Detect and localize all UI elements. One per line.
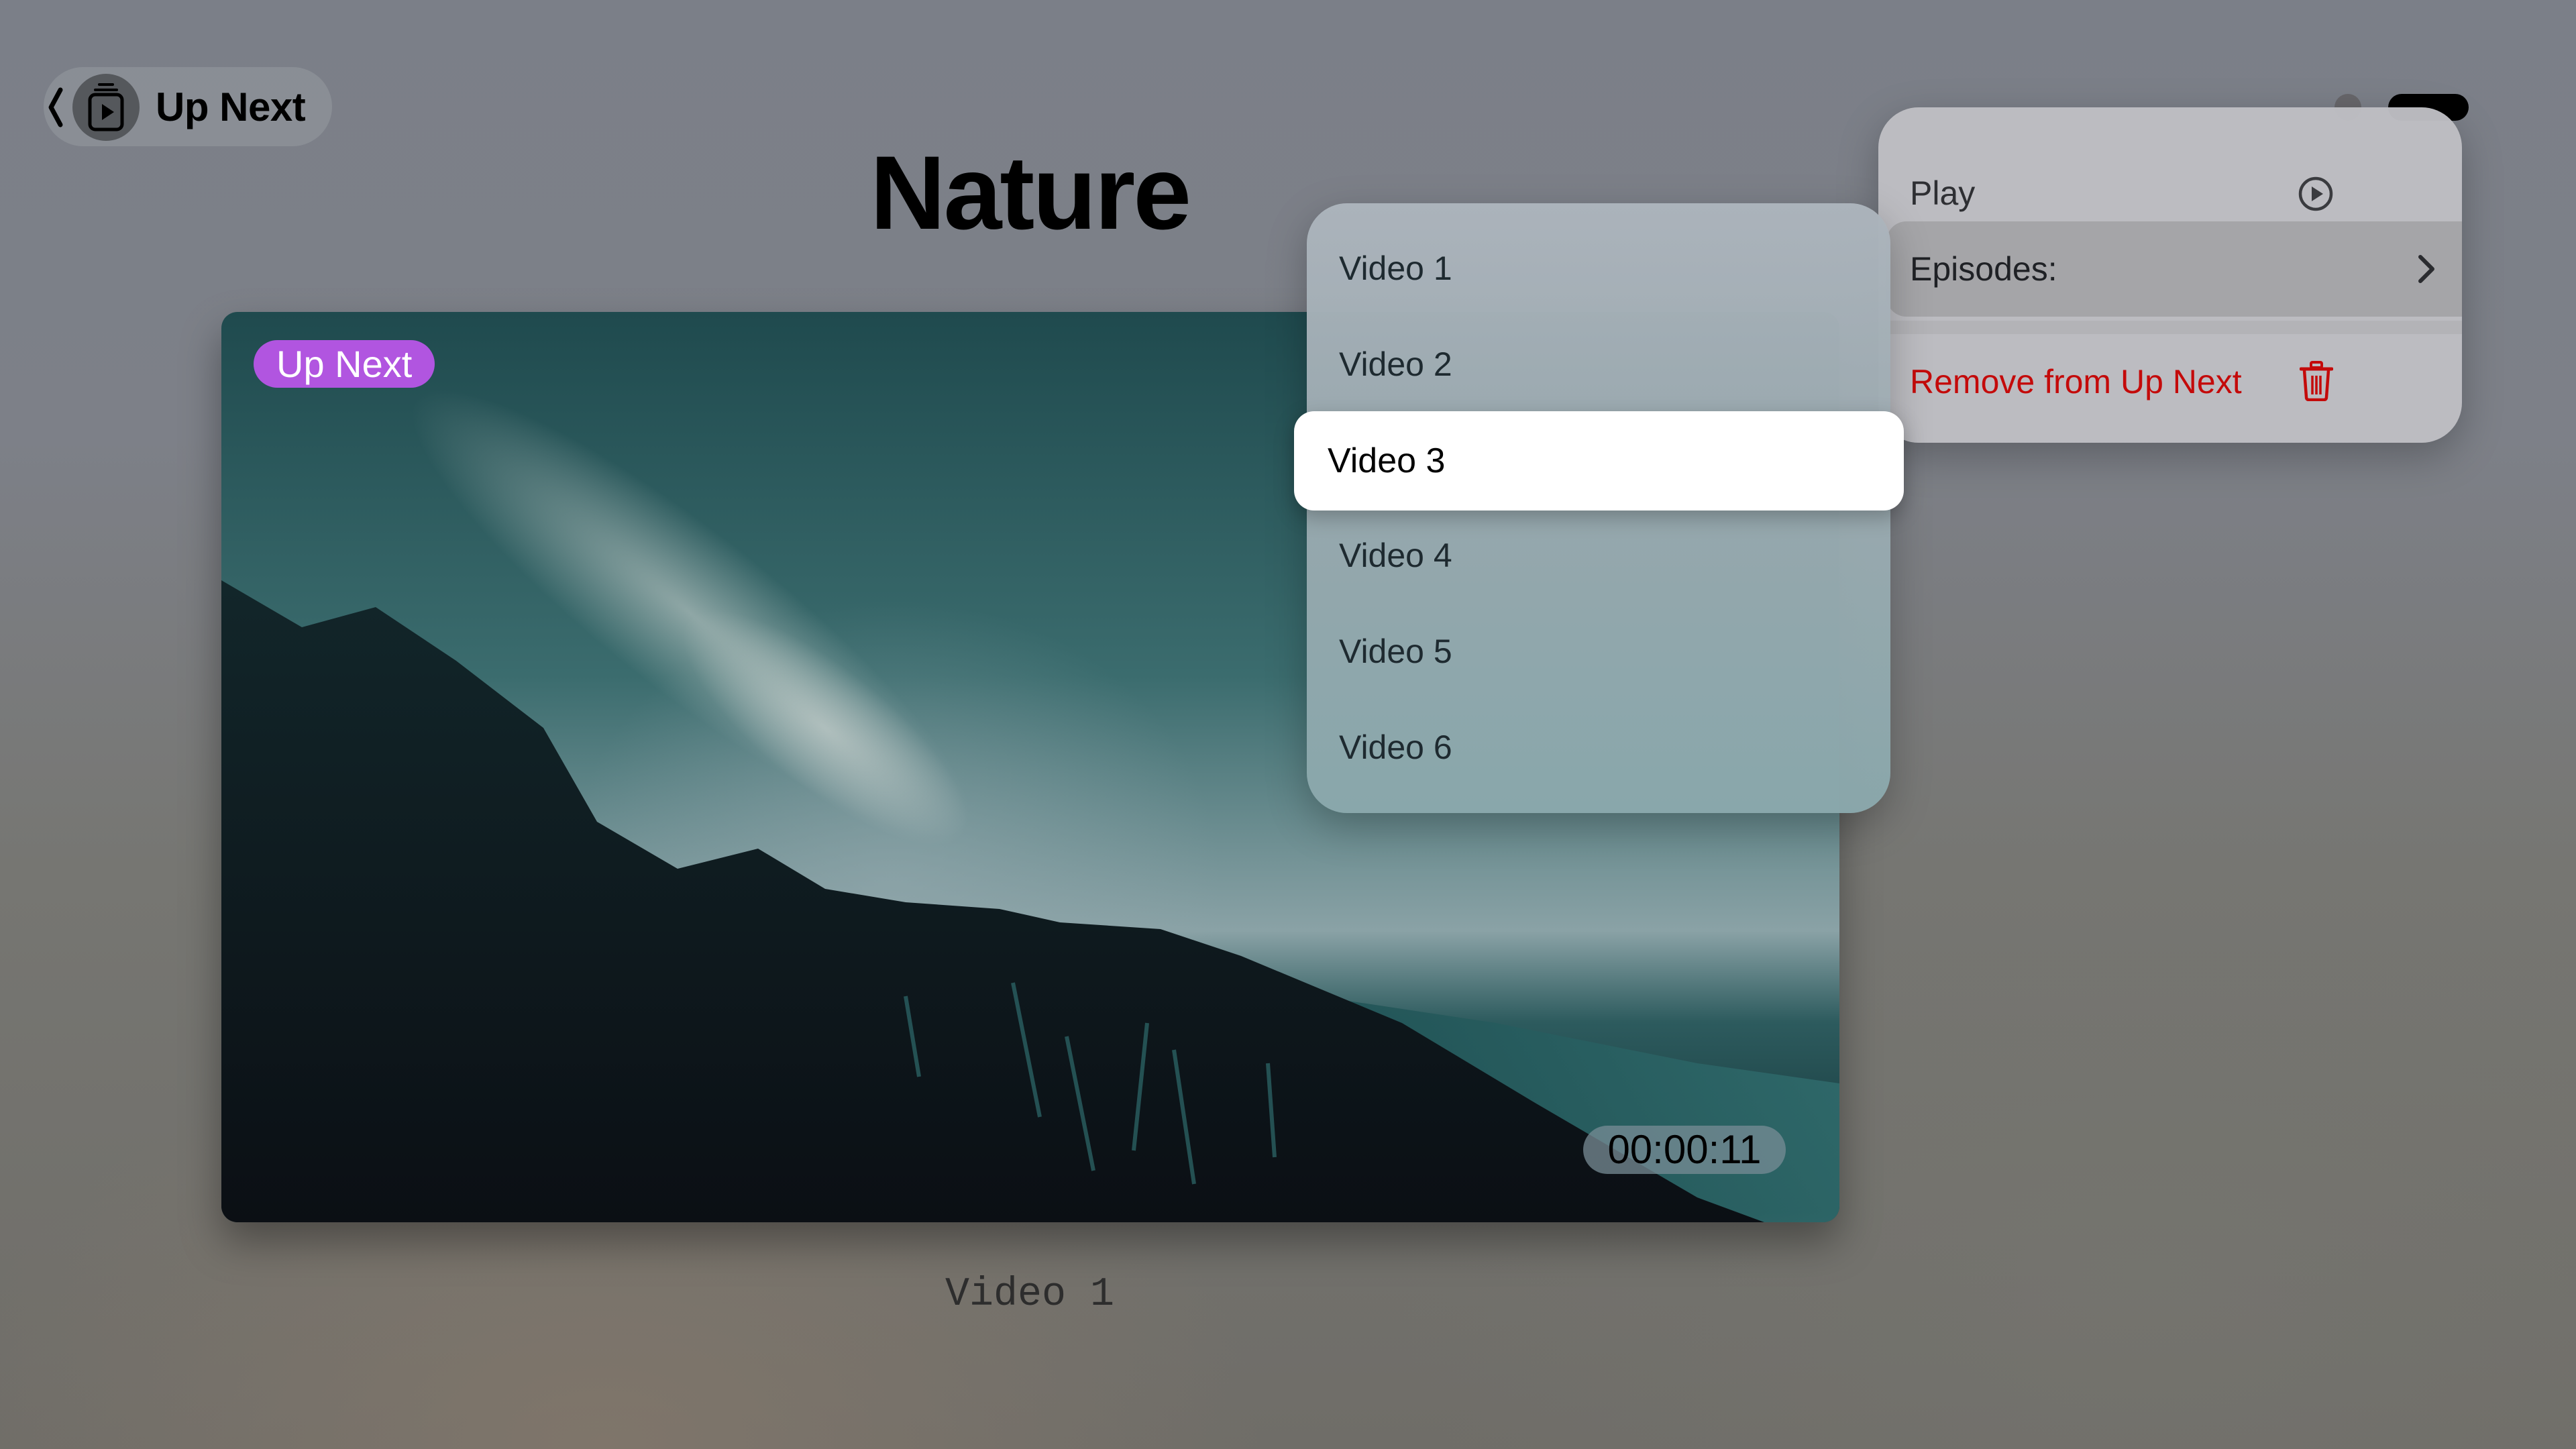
menu-item-label: Play xyxy=(1910,174,1976,212)
up-next-icon xyxy=(72,74,140,141)
trash-icon xyxy=(2300,361,2333,401)
episode-item[interactable]: Video 2 xyxy=(1339,344,1452,384)
menu-item-remove-from-up-next[interactable]: Remove from Up Next xyxy=(1878,338,2462,425)
episode-item-selected[interactable]: Video 3 xyxy=(1294,411,1904,511)
play-circle-icon xyxy=(2298,176,2333,211)
menu-item-play[interactable]: Play xyxy=(1878,154,2462,232)
page-title: Nature xyxy=(869,135,1191,252)
up-next-badge: Up Next xyxy=(254,340,435,388)
episode-item[interactable]: Video 6 xyxy=(1339,727,1452,767)
chevron-right-icon xyxy=(2418,255,2434,283)
timecode-badge: 00:00:11 xyxy=(1583,1126,1786,1174)
menu-item-label: Episodes: xyxy=(1910,250,2057,288)
menu-item-label: Remove from Up Next xyxy=(1910,363,2242,400)
episode-item-label: Video 3 xyxy=(1328,441,1446,480)
context-menu: Play Episodes: Remove from Up Next xyxy=(1878,107,2462,443)
episode-item[interactable]: Video 1 xyxy=(1339,248,1452,288)
back-label: Up Next xyxy=(156,85,306,129)
episode-item[interactable]: Video 5 xyxy=(1339,631,1452,672)
menu-separator xyxy=(1878,321,2462,334)
menu-item-episodes[interactable]: Episodes: xyxy=(1886,221,2462,317)
chevron-left-icon[interactable] xyxy=(47,86,64,129)
episode-item[interactable]: Video 4 xyxy=(1339,535,1452,576)
video-title-caption: Video 1 xyxy=(945,1272,1115,1318)
